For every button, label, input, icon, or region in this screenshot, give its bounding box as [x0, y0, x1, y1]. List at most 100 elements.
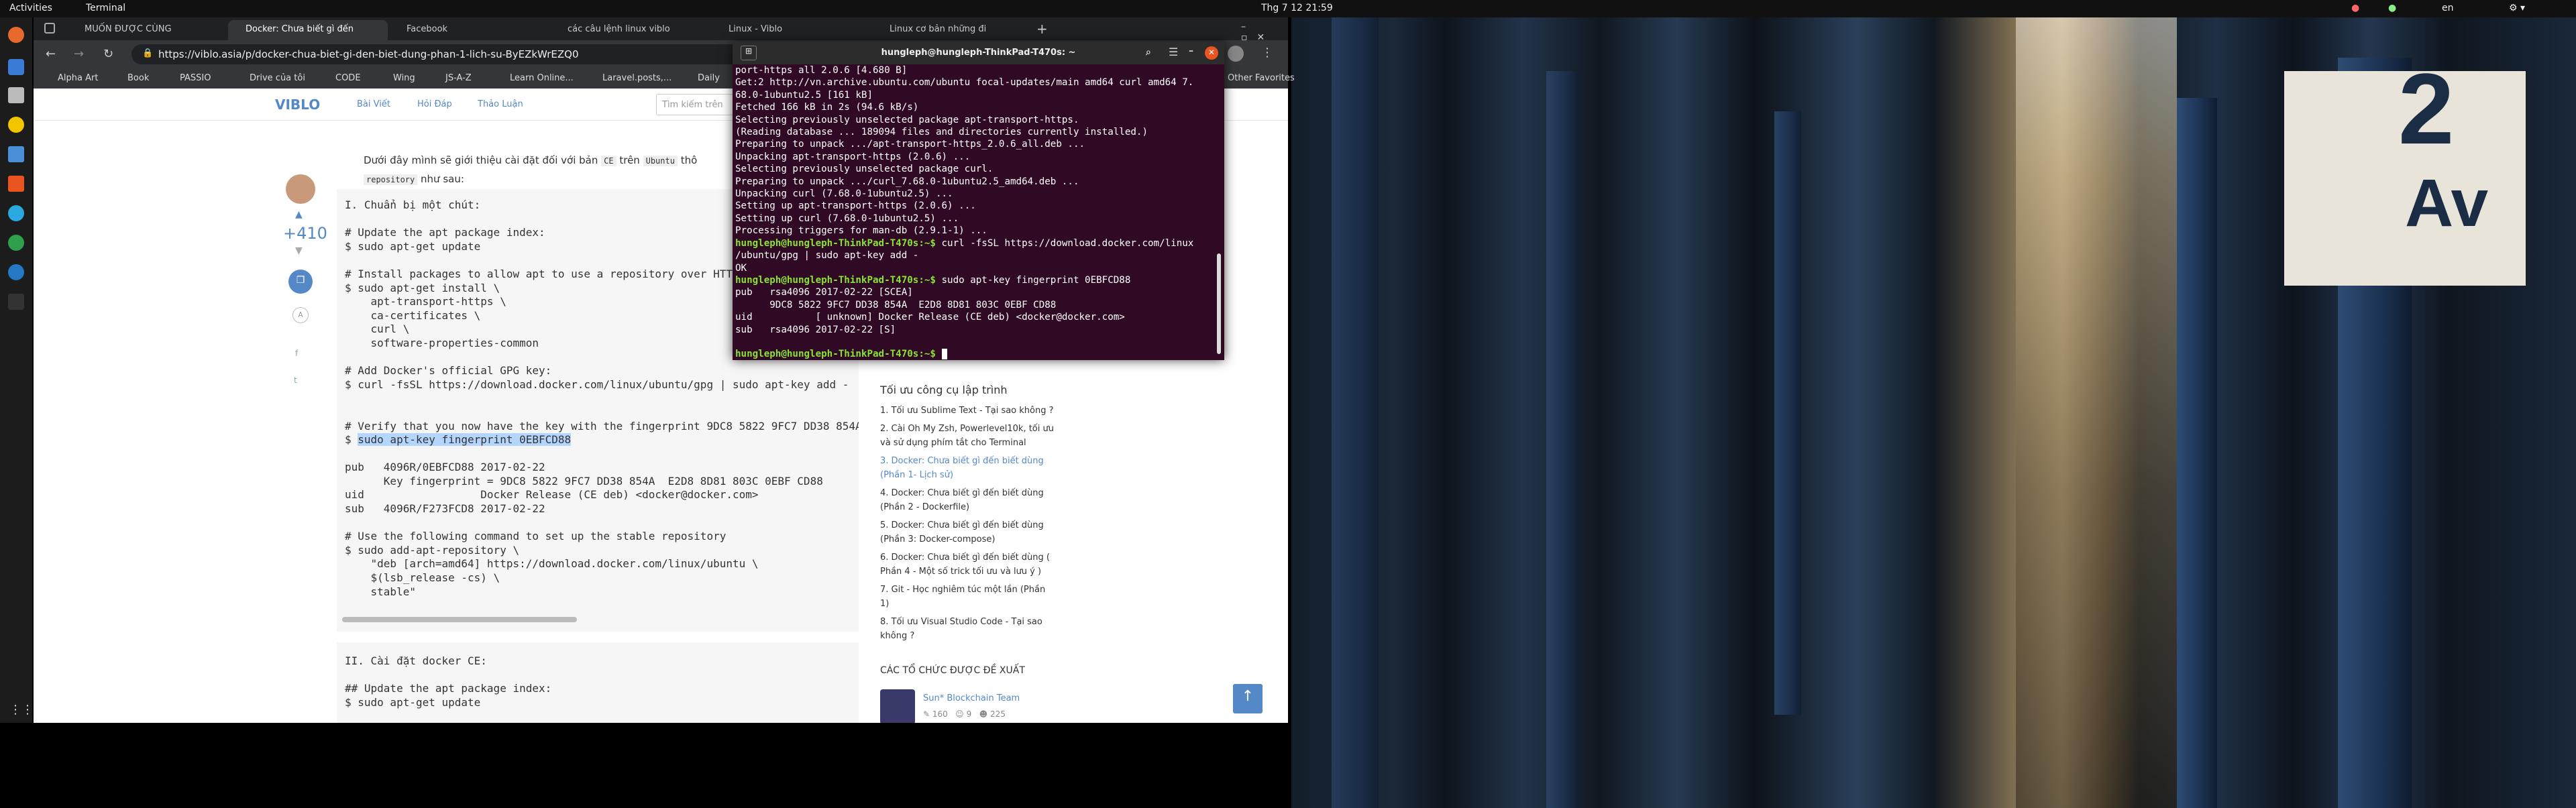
vscode-icon[interactable]	[8, 264, 24, 280]
minimize-icon[interactable]: –	[1189, 46, 1193, 56]
org-name[interactable]: Sun* Blockchain Team	[923, 693, 1020, 703]
terminal-line: Setting up curl (7.68.0-1ubuntu2.5) ...	[735, 213, 959, 224]
tab-linux-basics[interactable]: Linux cơ bản những đi	[872, 20, 1032, 40]
author-avatar[interactable]	[286, 174, 315, 204]
dock: ⋮⋮	[0, 17, 34, 723]
tab-linux-viblo[interactable]: Linux - Viblo	[711, 20, 871, 40]
terminal-line: Get:2 http://vn.archive.ubuntu.com/ubunt…	[735, 77, 1194, 89]
activities-button[interactable]: Activities	[9, 3, 52, 13]
scroll-top-button[interactable]: ↑	[1233, 684, 1263, 713]
station-sign-text: 2	[2398, 52, 2455, 165]
org-stats: ✎ 160 ☺ 9 ☻ 225	[923, 709, 1006, 719]
language-indicator[interactable]: en	[2442, 3, 2454, 13]
code-line: $ sudo apt-get update	[345, 695, 481, 709]
terminal-icon[interactable]	[8, 294, 24, 310]
tab-bar: MUỐN ĐƯỢC CÙNG Docker: Chưa biết gì đến …	[34, 17, 1288, 43]
code-line: # Use the following command to set up th…	[345, 530, 727, 543]
code-line: $ sudo add-apt-repository \	[345, 543, 520, 557]
code-line: $ sudo apt-key fingerprint 0EBFCD88	[345, 433, 572, 447]
lock-icon[interactable]: 🔒	[142, 48, 153, 58]
series-item[interactable]: 6. Docker: Chưa biết gì đến biết dùng ( …	[880, 551, 1055, 579]
terminal-line: Preparing to unpack .../curl_7.68.0-1ubu…	[735, 176, 1079, 187]
bookmark-icon[interactable]: ❐	[288, 270, 313, 294]
org-avatar[interactable]	[880, 689, 915, 723]
notification-icon[interactable]: ●	[2351, 3, 2359, 13]
code-line: "deb [arch=amd64] https://download.docke…	[345, 557, 759, 571]
facebook-icon[interactable]: f	[295, 349, 298, 358]
bookmark-daily[interactable]: Daily	[698, 73, 720, 83]
terminal-line: Processing triggers for man-db (2.9.1-1)…	[735, 225, 987, 237]
downvote-icon[interactable]: ▼	[295, 245, 303, 256]
bookmark-passio[interactable]: PASSIO	[180, 73, 211, 83]
nav-posts[interactable]: Bài Viết	[357, 99, 390, 109]
files-icon[interactable]	[8, 87, 24, 103]
url-text[interactable]: https://viblo.asia/p/docker-chua-biet-gi…	[158, 48, 578, 60]
twitter-icon[interactable]: t	[294, 376, 297, 385]
terminal-output[interactable]: port-https all 2.0.6 [4.680 B] Get:2 http…	[733, 64, 1224, 360]
writer-icon[interactable]	[8, 146, 24, 162]
bookmark-alpha-art[interactable]: Alpha Art	[58, 73, 98, 83]
viblo-logo[interactable]: VIBLO	[275, 97, 320, 113]
terminal-line: 9DC8 5822 9FC7 DD38 854A E2D8 8D81 803C …	[735, 299, 1057, 310]
bookmark-other-favorites[interactable]: Other Favorites	[1228, 73, 1295, 83]
nav-discussions[interactable]: Thảo Luận	[478, 99, 523, 109]
software-icon[interactable]	[8, 176, 24, 192]
series-item[interactable]: 8. Tối ưu Visual Studio Code - Tại sao k…	[880, 615, 1055, 643]
tab-linux-commands[interactable]: các câu lệnh linux viblo	[550, 20, 710, 40]
tab-search-icon[interactable]	[44, 23, 55, 34]
code-line: II. Cài đặt docker CE:	[345, 654, 487, 667]
search-icon[interactable]: ⌕	[1146, 47, 1151, 58]
terminal-line: (Reading database ... 189094 files and d…	[735, 127, 1148, 138]
series-item[interactable]: 2. Cài Oh My Zsh, Powerlevel10k, tối ưu …	[880, 422, 1055, 450]
tab-docker[interactable]: Docker: Chưa biết gì đến	[228, 20, 388, 40]
forward-icon[interactable]: →	[74, 47, 84, 61]
series-item[interactable]: 3. Docker: Chưa biết gì đến biết dùng (P…	[880, 454, 1055, 482]
bookmark-learn-online[interactable]: Learn Online...	[510, 73, 574, 83]
org-section-title: CÁC TỔ CHỨC ĐƯỢC ĐỀ XUẤT	[880, 665, 1025, 676]
code-line: Key fingerprint = 9DC8 5822 9FC7 DD38 85…	[345, 474, 823, 487]
tab-facebook[interactable]: Facebook	[389, 20, 549, 40]
back-icon[interactable]: ←	[46, 47, 56, 61]
upvote-icon[interactable]: ▲	[295, 209, 303, 220]
firefox-icon[interactable]	[8, 27, 24, 43]
bookmark-wing[interactable]: Wing	[393, 73, 415, 83]
menu-icon[interactable]: ☰	[1169, 46, 1178, 58]
app-menu[interactable]: Terminal	[86, 3, 125, 13]
system-menu-icon[interactable]: ⚙ ▾	[2509, 3, 2525, 13]
menu-icon[interactable]: ⋮	[1261, 46, 1273, 60]
rhythmbox-icon[interactable]	[8, 117, 24, 133]
tab-muon-duoc-cung[interactable]: MUỐN ĐƯỢC CÙNG	[67, 20, 227, 40]
terminal-scrollbar[interactable]	[1217, 253, 1221, 354]
chrome-icon[interactable]	[8, 235, 24, 251]
profile-avatar[interactable]	[1228, 46, 1244, 62]
reload-icon[interactable]: ↻	[103, 47, 113, 61]
series-item[interactable]: 7. Git - Học nghiêm túc một lần (Phần 1)	[880, 583, 1055, 611]
series-title: Tối ưu công cụ lập trình	[880, 384, 1008, 396]
code-line: ## Update the apt package index:	[345, 682, 552, 695]
bookmark-book[interactable]: Book	[127, 73, 149, 83]
close-icon[interactable]: ✕	[1205, 46, 1218, 60]
series-item[interactable]: 5. Docker: Chưa biết gì đến biết dùng (P…	[880, 518, 1055, 546]
bookmark-js-a-z[interactable]: JS-A-Z	[445, 73, 472, 83]
series-item[interactable]: 4. Docker: Chưa biết gì đến biết dùng (P…	[880, 486, 1055, 514]
help-icon[interactable]	[8, 205, 24, 221]
new-tab-button[interactable]: +	[1036, 21, 1048, 37]
code-line: $(lsb_release -cs) \	[345, 571, 500, 585]
share-icon[interactable]: A	[292, 307, 309, 323]
thunderbird-icon[interactable]	[8, 59, 24, 75]
show-apps-icon[interactable]: ⋮⋮	[9, 703, 34, 717]
bookmark-laravel[interactable]: Laravel.posts,...	[602, 73, 672, 83]
horizontal-scrollbar[interactable]	[342, 617, 577, 622]
series-item[interactable]: 1. Tối ưu Sublime Text - Tại sao không ?	[880, 404, 1055, 418]
bookmark-code[interactable]: CODE	[335, 73, 361, 83]
nav-questions[interactable]: Hỏi Đáp	[417, 99, 452, 109]
bookmark-drive[interactable]: Drive của tôi	[250, 73, 305, 83]
station-sign-text: Av	[2405, 166, 2489, 241]
status-icon[interactable]: ●	[2388, 3, 2396, 13]
clock[interactable]: Thg 7 12 21:59	[1261, 3, 1333, 13]
